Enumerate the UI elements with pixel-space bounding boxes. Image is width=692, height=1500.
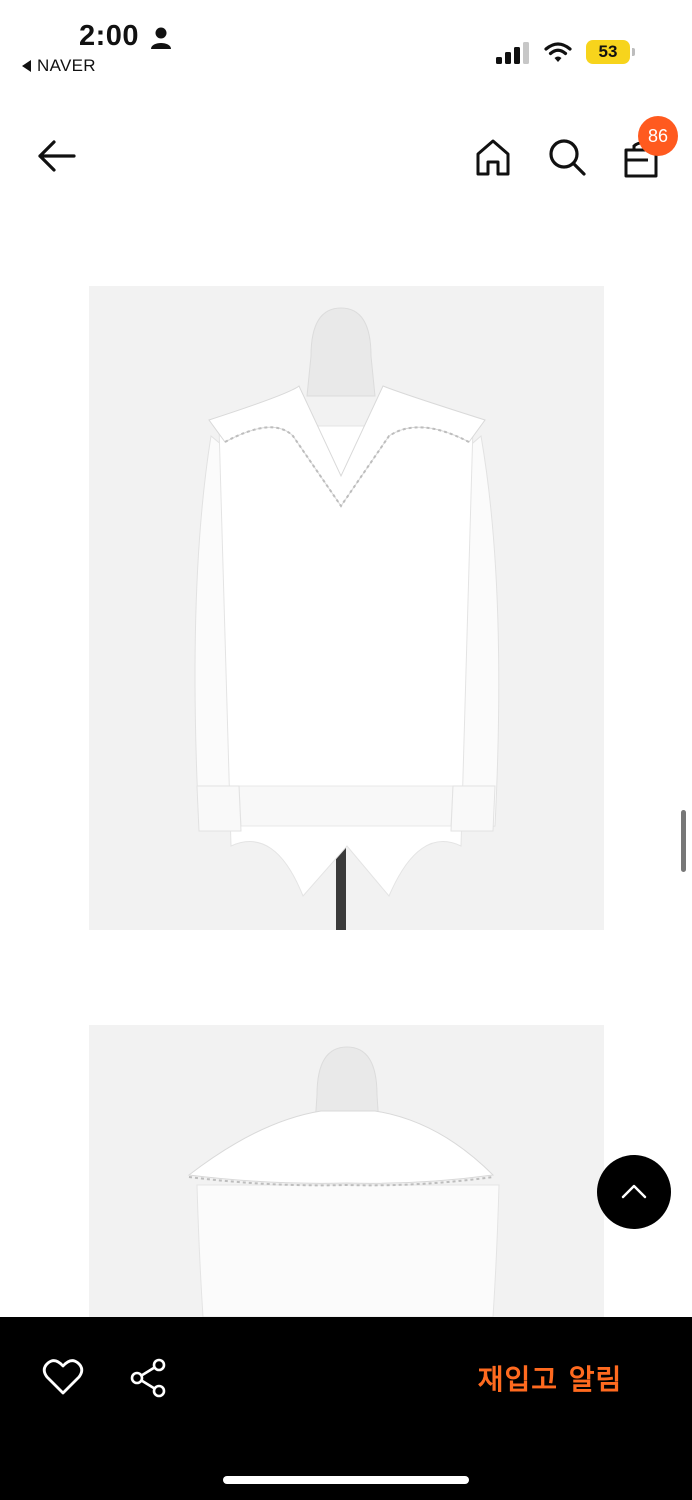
cart-count-badge: 86 xyxy=(638,116,678,156)
back-app-label: NAVER xyxy=(37,56,96,75)
blouse-front-illustration xyxy=(89,286,604,930)
bottom-action-bar: 재입고 알림 xyxy=(0,1317,692,1500)
home-icon[interactable] xyxy=(470,134,516,180)
product-image-back[interactable] xyxy=(89,1025,604,1317)
back-to-app-link[interactable]: NAVER xyxy=(22,56,96,76)
product-image-front[interactable] xyxy=(89,286,604,930)
home-indicator xyxy=(223,1476,469,1484)
top-navigation xyxy=(0,110,692,202)
battery-nub xyxy=(632,48,635,56)
person-icon xyxy=(151,27,171,49)
scrollbar[interactable] xyxy=(681,810,686,872)
chevron-up-icon xyxy=(621,1184,647,1199)
status-time: 2:00 xyxy=(79,20,140,52)
wifi-icon xyxy=(544,42,572,62)
battery-level: 53 xyxy=(586,40,630,64)
heart-icon[interactable] xyxy=(42,1357,84,1397)
arrow-left-icon[interactable] xyxy=(30,134,82,178)
blouse-back-illustration xyxy=(89,1025,604,1317)
status-bar: 2:00 NAVER 53 xyxy=(0,0,692,90)
share-icon[interactable] xyxy=(128,1357,170,1399)
battery-indicator: 53 xyxy=(586,40,635,64)
scroll-to-top-button[interactable] xyxy=(597,1155,671,1229)
cellular-signal-icon xyxy=(496,42,529,64)
search-icon[interactable] xyxy=(544,134,590,180)
restock-alert-button[interactable]: 재입고 알림 xyxy=(460,1355,640,1401)
back-triangle-icon xyxy=(22,60,31,72)
